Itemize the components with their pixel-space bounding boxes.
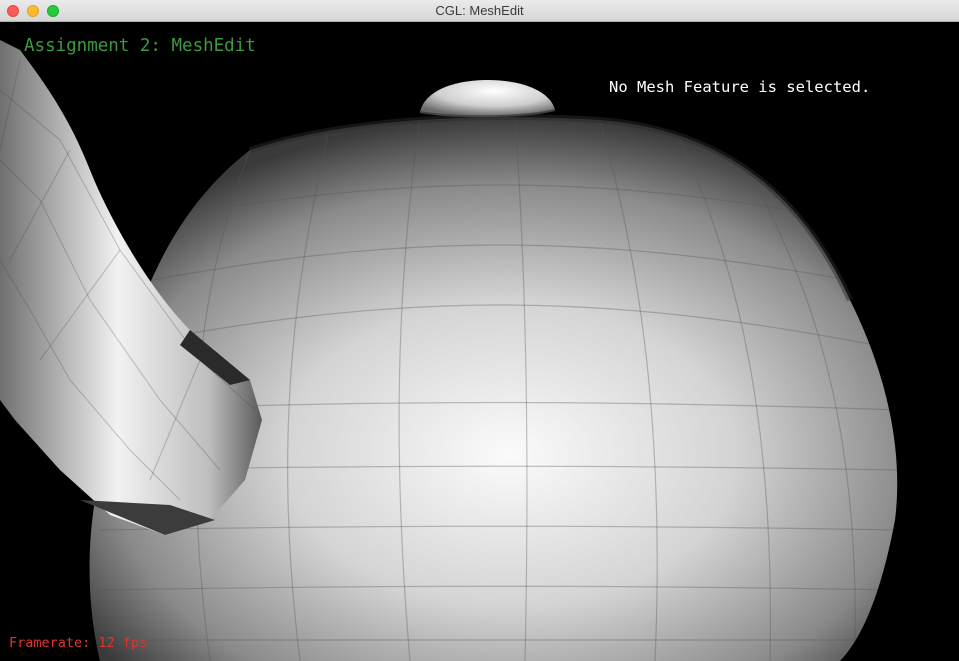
- title-bar[interactable]: CGL: MeshEdit: [0, 0, 959, 22]
- window-title: CGL: MeshEdit: [435, 3, 524, 18]
- teapot-mesh[interactable]: [0, 22, 959, 661]
- teapot-lid-knob: [419, 80, 556, 118]
- framerate-readout: Framerate: 12 fps: [9, 635, 148, 651]
- mesh-viewport[interactable]: Assignment 2: MeshEdit No Mesh Feature i…: [0, 22, 959, 661]
- assignment-heading: Assignment 2: MeshEdit: [24, 36, 256, 56]
- app-window: CGL: MeshEdit Assignment 2: MeshEdit No …: [0, 0, 959, 661]
- selection-status: No Mesh Feature is selected.: [609, 78, 871, 96]
